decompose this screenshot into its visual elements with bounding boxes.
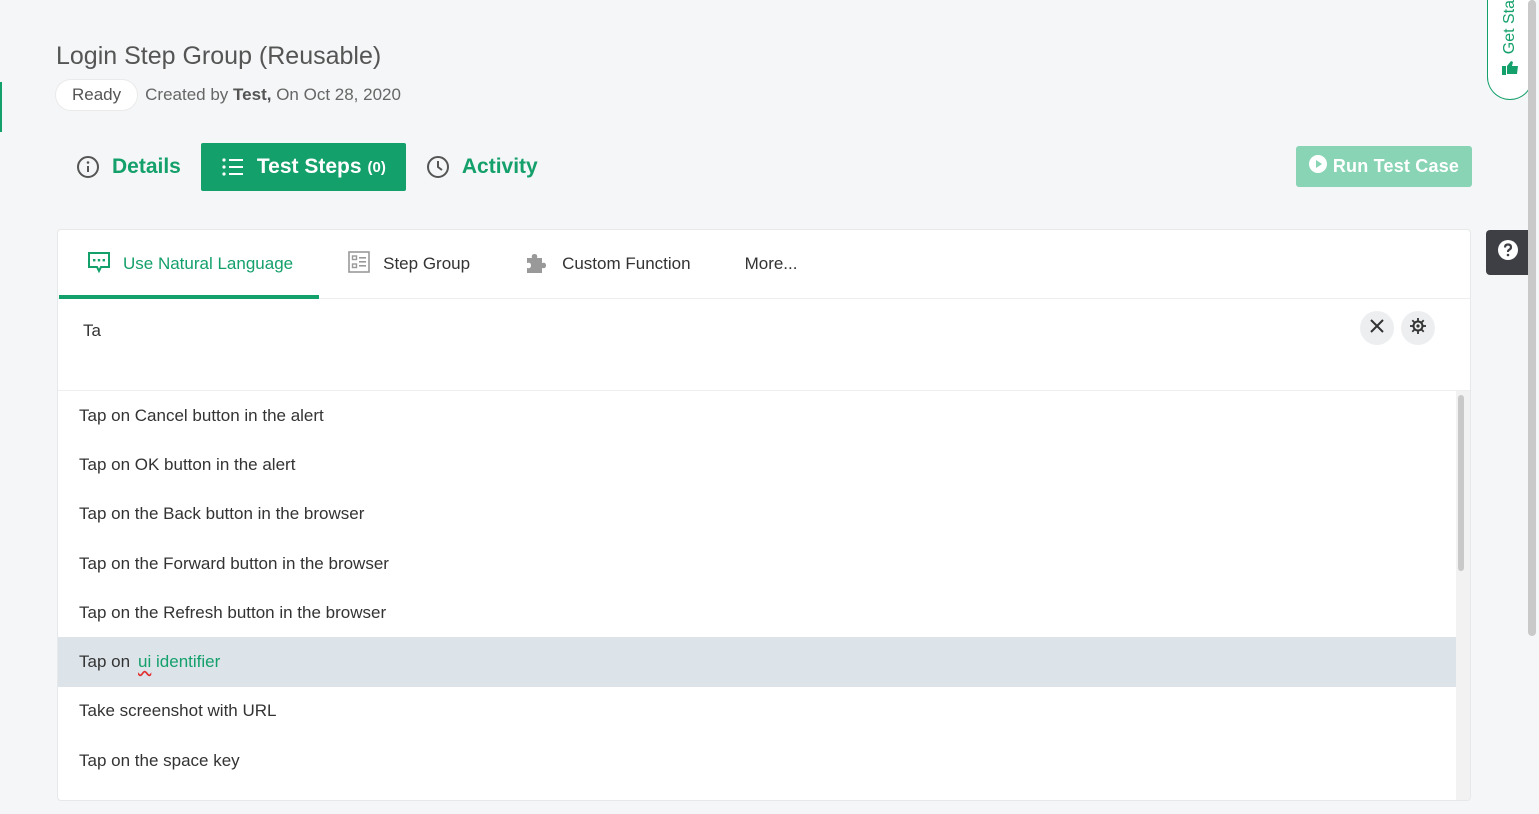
suggestion-item-highlighted[interactable]: Tap on ui identifier	[58, 637, 1458, 687]
suggestion-list: Tap on Cancel button in the alert Tap on…	[58, 391, 1470, 800]
suggestion-text: Tap on Cancel button in the alert	[79, 405, 324, 425]
natural-language-input-area	[58, 299, 1470, 391]
chat-icon	[87, 250, 111, 279]
tab-activity[interactable]: Activity	[406, 143, 558, 191]
step-type-tabs: Use Natural Language Step Group Custom F…	[58, 230, 1470, 299]
step-editor-card: Use Natural Language Step Group Custom F…	[57, 229, 1471, 801]
clear-button[interactable]	[1360, 311, 1394, 345]
suggestion-text: Tap on OK button in the alert	[79, 454, 296, 474]
suggestion-item[interactable]: Take screenshot with URL	[58, 687, 1458, 736]
created-prefix: Created by	[145, 85, 229, 104]
suggestion-text: Take screenshot with URL	[79, 701, 277, 721]
run-test-case-button[interactable]: Run Test Case	[1296, 146, 1472, 187]
left-accent-bar	[0, 82, 2, 132]
suggestion-item[interactable]: Tap on the Forward button in the browser	[58, 539, 1458, 588]
suggestion-item[interactable]: Tap on OK button in the alert	[58, 440, 1458, 489]
close-icon	[1369, 318, 1385, 339]
param-identifier: identifier	[156, 652, 221, 672]
tab-test-steps[interactable]: Test Steps (0)	[200, 143, 406, 191]
list-icon	[221, 155, 245, 179]
status-badge: Ready	[56, 80, 138, 110]
meta-row: Ready Created by Test, On Oct 28, 2020	[56, 80, 401, 110]
subtab-more-label: More...	[744, 254, 798, 273]
subtab-custom-function-label: Custom Function	[562, 254, 691, 273]
suggestion-text: Tap on the Forward button in the browser	[79, 553, 389, 573]
run-test-case-label: Run Test Case	[1332, 156, 1460, 176]
step-group-icon	[347, 250, 371, 279]
help-button[interactable]	[1486, 230, 1530, 275]
tab-activity-label: Activity	[461, 155, 538, 178]
debug-button[interactable]	[1401, 311, 1435, 345]
created-on: On Oct 28, 2020	[276, 85, 401, 104]
tab-details-label: Details	[112, 155, 181, 178]
created-info: Created by Test, On Oct 28, 2020	[145, 85, 401, 105]
clock-icon	[426, 155, 450, 179]
get-started-label: Get Sta	[1501, 0, 1518, 54]
puzzle-icon	[524, 249, 550, 280]
tab-test-steps-label: Test Steps	[256, 155, 362, 178]
subtab-custom-function[interactable]: Custom Function	[496, 230, 717, 298]
param-ui: ui	[138, 652, 152, 672]
subtab-step-group[interactable]: Step Group	[319, 230, 496, 298]
get-started-widget[interactable]: Get Sta	[1487, 0, 1533, 100]
suggestion-text: Tap on the space key	[79, 750, 240, 770]
page-title: Login Step Group (Reusable)	[56, 42, 382, 70]
created-by: Test,	[233, 85, 272, 104]
suggestion-text: Tap on the Back button in the browser	[79, 504, 365, 524]
play-circle-icon	[1308, 155, 1327, 178]
page-scrollbar[interactable]	[1528, 0, 1536, 636]
test-steps-count: (0)	[367, 158, 386, 176]
thumbs-up-icon	[1501, 60, 1519, 81]
suggestion-item[interactable]: Tap on Cancel button in the alert	[58, 391, 1458, 440]
suggestion-text: Tap on	[79, 652, 131, 672]
info-icon	[76, 155, 100, 179]
suggestion-item[interactable]: Tap on the space key	[58, 736, 1458, 785]
suggestion-item[interactable]: Tap on the Back button in the browser	[58, 490, 1458, 539]
subtab-step-group-label: Step Group	[383, 254, 471, 273]
subtab-natural-language-label: Use Natural Language	[123, 254, 294, 273]
ui-identifier-param[interactable]: ui identifier	[138, 652, 220, 672]
suggestion-item[interactable]: Tap on the Refresh button in the browser	[58, 588, 1458, 637]
question-icon	[1497, 239, 1519, 266]
subtab-natural-language[interactable]: Use Natural Language	[59, 230, 320, 299]
bug-icon	[1409, 317, 1427, 340]
suggestion-scrollbar[interactable]	[1458, 395, 1464, 571]
tab-details[interactable]: Details	[56, 143, 201, 191]
natural-language-input[interactable]	[83, 321, 1283, 341]
suggestion-text: Tap on the Refresh button in the browser	[79, 602, 387, 622]
main-tabs: Details Test Steps (0) Activity	[56, 143, 558, 191]
subtab-more[interactable]: More...	[717, 230, 824, 298]
